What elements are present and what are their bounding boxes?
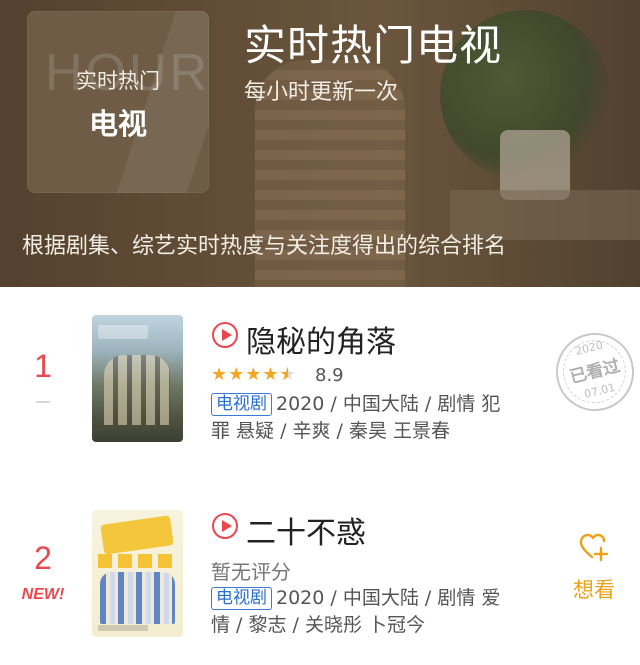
item-title[interactable]: 隐秘的角落	[246, 317, 396, 361]
item-meta: 电视剧 2020 / 中国大陆 / 剧情 犯 罪 悬疑 / 辛爽 / 秦昊 王景春	[211, 391, 511, 445]
watched-stamp: 2020 已看过 07.01	[547, 324, 640, 420]
poster-image[interactable]	[92, 315, 183, 442]
meta-line2: 情 / 黎志 / 关晓彤 卜冠今	[211, 614, 426, 636]
meta-line1: 2020 / 中国大陆 / 剧情 犯	[276, 393, 501, 415]
item-title[interactable]: 二十不惑	[246, 508, 366, 552]
star-rating: ★★★★★	[211, 364, 297, 385]
category-badge: HOUR 实时热门 电视	[27, 11, 209, 193]
meta-line2: 罪 悬疑 / 辛爽 / 秦昊 王景春	[211, 420, 451, 442]
rank-change: —	[35, 392, 51, 410]
ranking-description: 根据剧集、综艺实时热度与关注度得出的综合排名	[22, 234, 507, 259]
rank-number: 2	[34, 540, 52, 576]
no-rating-label: 暂无评分	[211, 560, 291, 584]
item-meta: 电视剧 2020 / 中国大陆 / 剧情 爱 情 / 黎志 / 关晓彤 卜冠今	[211, 585, 511, 639]
page-subtitle: 每小时更新一次	[244, 80, 399, 105]
type-tag: 电视剧	[211, 393, 272, 416]
type-tag: 电视剧	[211, 587, 272, 610]
want-to-watch-button[interactable]: 想看	[562, 532, 626, 604]
play-icon[interactable]	[212, 513, 238, 539]
poster-image[interactable]	[92, 510, 183, 637]
page-title: 实时热门电视	[244, 21, 503, 70]
meta-line1: 2020 / 中国大陆 / 剧情 爱	[276, 587, 501, 609]
rating-score: 8.9	[315, 365, 344, 386]
play-icon[interactable]	[212, 322, 238, 348]
new-badge: NEW!	[21, 586, 65, 603]
want-label: 想看	[573, 578, 615, 602]
heart-plus-icon	[579, 533, 609, 562]
hero-banner: HOUR 实时热门 电视 实时热门电视 每小时更新一次 根据剧集、综艺实时热度与…	[0, 0, 640, 287]
badge-category: 电视	[88, 107, 147, 141]
badge-label: 实时热门	[76, 69, 160, 93]
rank-number: 1	[34, 348, 52, 384]
